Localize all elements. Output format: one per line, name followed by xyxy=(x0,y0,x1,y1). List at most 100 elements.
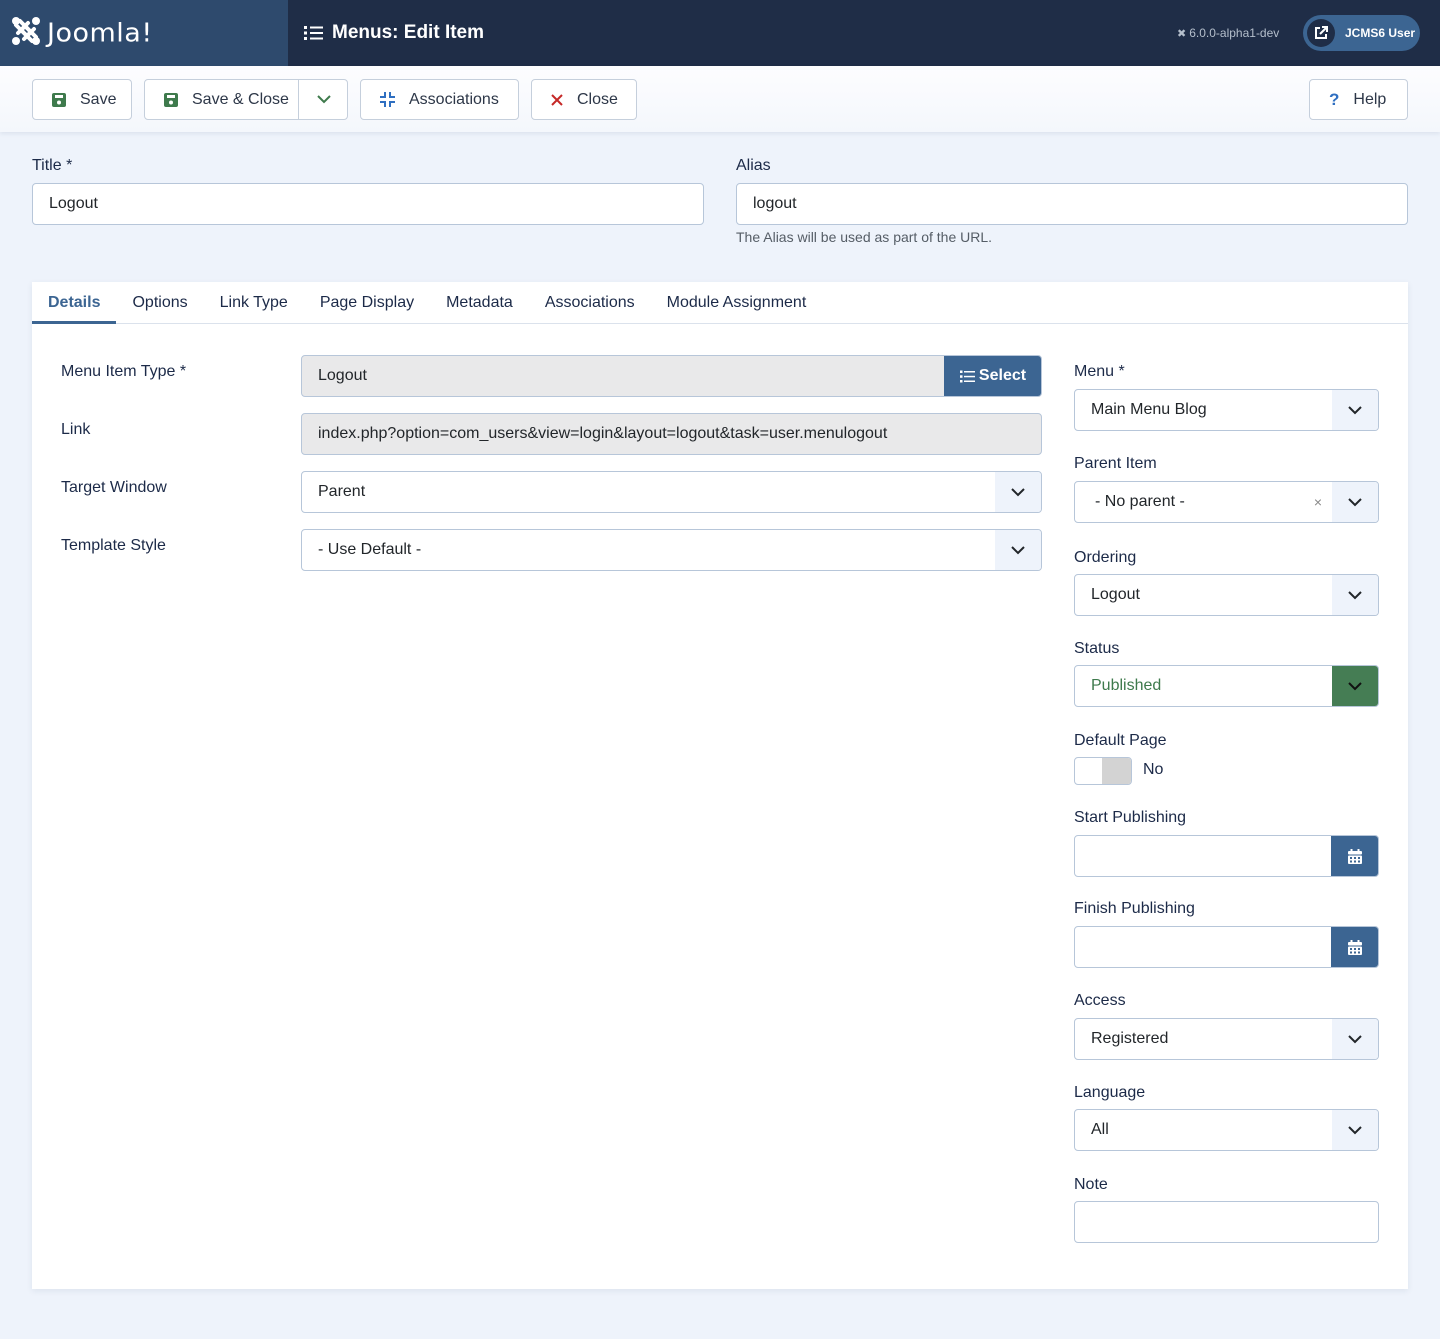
menu-label: Menu * xyxy=(1074,363,1125,380)
alias-label: Alias xyxy=(736,157,771,174)
language-select[interactable]: All xyxy=(1074,1109,1379,1151)
page-title: Menus: Edit Item xyxy=(304,0,484,66)
chevron-down-icon xyxy=(1332,666,1378,706)
select-type-button[interactable]: Select xyxy=(944,356,1041,396)
default-page-value: No xyxy=(1143,761,1164,778)
menu-value: Main Menu Blog xyxy=(1091,401,1207,418)
save-options-dropdown[interactable] xyxy=(299,80,348,119)
select-label: Select xyxy=(978,367,1027,384)
tab-associations[interactable]: Associations xyxy=(529,282,651,324)
close-label: Close xyxy=(577,90,618,108)
chevron-down-icon xyxy=(995,530,1041,570)
access-value: Registered xyxy=(1091,1030,1169,1047)
calendar-icon xyxy=(1348,848,1362,864)
start-publishing-label: Start Publishing xyxy=(1074,809,1187,826)
logo-text: Joomla! xyxy=(47,18,153,48)
parent-item-select[interactable]: - No parent - × xyxy=(1074,481,1379,523)
default-page-toggle[interactable] xyxy=(1074,757,1132,785)
title-label: Title * xyxy=(32,157,73,174)
header: Joomla! Menus: Edit Item ✖ 6.0.0-alpha1-… xyxy=(0,0,1440,66)
note-input[interactable] xyxy=(1074,1201,1379,1243)
menu-select[interactable]: Main Menu Blog xyxy=(1074,389,1379,431)
toggle-knob xyxy=(1102,758,1131,784)
save-icon xyxy=(164,92,178,107)
menu-item-type-label: Menu Item Type * xyxy=(61,363,187,380)
access-label: Access xyxy=(1074,992,1126,1009)
template-style-value: - Use Default - xyxy=(318,541,422,558)
status-select[interactable]: Published xyxy=(1074,665,1379,707)
associations-label: Associations xyxy=(409,90,499,108)
status-label: Status xyxy=(1074,640,1120,657)
language-value: All xyxy=(1091,1121,1109,1138)
ordering-select[interactable]: Logout xyxy=(1074,574,1379,616)
save-close-label: Save & Close xyxy=(192,90,289,108)
compress-icon xyxy=(380,92,395,107)
chevron-down-icon xyxy=(995,472,1041,512)
page-title-text: Menus: Edit Item xyxy=(332,22,485,43)
language-label: Language xyxy=(1074,1084,1146,1101)
calendar-button[interactable] xyxy=(1331,927,1378,967)
external-link-icon xyxy=(1307,19,1335,47)
chevron-down-icon xyxy=(1332,575,1378,615)
tab-link-type[interactable]: Link Type xyxy=(204,282,304,324)
tab-module-assignment[interactable]: Module Assignment xyxy=(651,282,823,324)
joomla-small-icon: ✖ xyxy=(1177,27,1187,40)
tab-page-display[interactable]: Page Display xyxy=(304,282,430,324)
alias-hint: The Alias will be used as part of the UR… xyxy=(736,229,993,245)
joomla-logo-icon xyxy=(11,16,41,51)
version-info: ✖ 6.0.0-alpha1-dev xyxy=(1177,0,1279,66)
close-icon xyxy=(551,93,563,106)
edit-card: Details Options Link Type Page Display M… xyxy=(32,282,1408,1289)
tab-options[interactable]: Options xyxy=(116,282,203,324)
tab-details[interactable]: Details xyxy=(32,282,117,324)
note-label: Note xyxy=(1074,1176,1108,1193)
user-menu-button[interactable]: JCMS6 User xyxy=(1303,15,1420,51)
start-publishing-input[interactable] xyxy=(1074,835,1379,877)
finish-publishing-label: Finish Publishing xyxy=(1074,900,1195,917)
title-input[interactable]: Logout xyxy=(32,183,704,225)
clear-icon[interactable]: × xyxy=(1314,482,1322,522)
target-window-label: Target Window xyxy=(61,479,167,496)
default-page-label: Default Page xyxy=(1074,732,1167,749)
chevron-down-icon xyxy=(1332,1110,1378,1150)
associations-button[interactable]: Associations xyxy=(360,79,519,120)
save-close-button[interactable]: Save & Close xyxy=(144,79,348,120)
logo[interactable]: Joomla! xyxy=(0,0,288,66)
question-icon: ? xyxy=(1329,89,1340,109)
calendar-icon xyxy=(1348,939,1362,955)
list-icon xyxy=(304,25,323,41)
save-icon xyxy=(52,92,66,107)
template-style-label: Template Style xyxy=(61,537,166,554)
access-select[interactable]: Registered xyxy=(1074,1018,1379,1060)
toolbar: Save Save & Close Associations Close ? H… xyxy=(0,66,1440,132)
chevron-down-icon xyxy=(1332,390,1378,430)
template-style-select[interactable]: - Use Default - xyxy=(301,529,1042,571)
menu-item-type-field: Logout Select xyxy=(301,355,1042,397)
link-field: index.php?option=com_users&view=login&la… xyxy=(301,413,1042,455)
finish-publishing-input[interactable] xyxy=(1074,926,1379,968)
list-icon xyxy=(959,370,975,383)
menu-item-type-value: Logout xyxy=(318,367,367,384)
help-label: Help xyxy=(1353,90,1387,108)
save-label: Save xyxy=(80,90,117,108)
chevron-down-icon xyxy=(1332,1019,1378,1059)
link-label: Link xyxy=(61,421,91,438)
alias-input[interactable]: logout xyxy=(736,183,1408,225)
close-button[interactable]: Close xyxy=(531,79,637,120)
status-value: Published xyxy=(1091,677,1162,694)
chevron-down-icon xyxy=(1332,482,1378,522)
parent-item-label: Parent Item xyxy=(1074,455,1157,472)
ordering-label: Ordering xyxy=(1074,549,1137,566)
tab-metadata[interactable]: Metadata xyxy=(430,282,529,324)
calendar-button[interactable] xyxy=(1331,836,1378,876)
target-window-value: Parent xyxy=(318,483,366,500)
target-window-select[interactable]: Parent xyxy=(301,471,1042,513)
tab-bar: Details Options Link Type Page Display M… xyxy=(32,282,1408,324)
ordering-value: Logout xyxy=(1091,586,1140,603)
user-name: JCMS6 User xyxy=(1345,26,1416,40)
chevron-down-icon xyxy=(316,95,331,104)
parent-item-value: - No parent - xyxy=(1095,493,1185,510)
version-text: 6.0.0-alpha1-dev xyxy=(1189,26,1280,40)
save-button[interactable]: Save xyxy=(32,79,132,120)
help-button[interactable]: ? Help xyxy=(1309,79,1408,120)
